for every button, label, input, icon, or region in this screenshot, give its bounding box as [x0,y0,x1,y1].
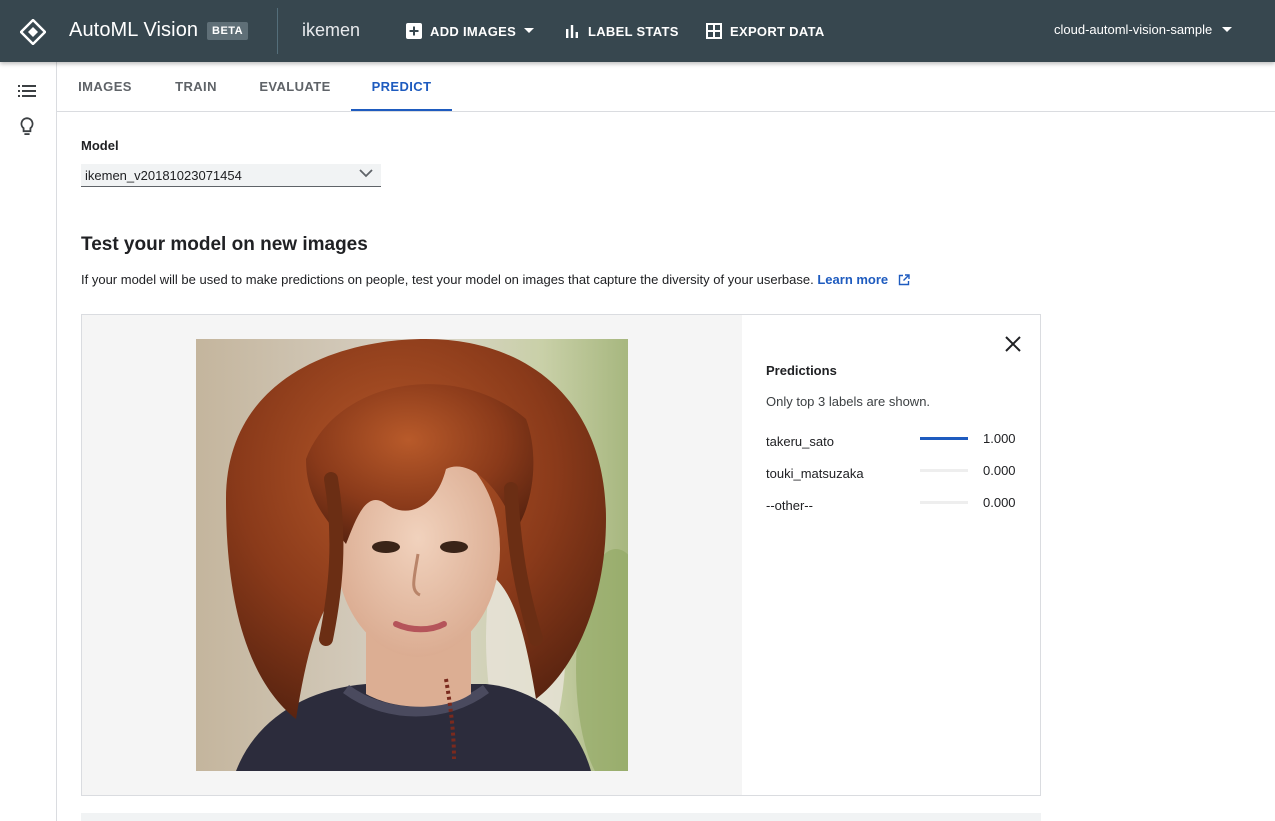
prediction-label: touki_matsuzaka [766,466,864,481]
prediction-label: takeru_sato [766,434,834,449]
bar-chart-icon [566,25,578,38]
tab-predict[interactable]: PREDICT [351,62,452,111]
lightbulb-icon[interactable] [20,117,34,137]
chevron-down-icon [359,169,373,178]
prediction-score: 1.000 [983,431,1016,446]
tab-bar: IMAGES TRAIN EVALUATE PREDICT [57,62,1275,112]
app-title[interactable]: AutoML Vision [69,19,198,42]
prediction-score: 0.000 [983,463,1016,478]
project-name: cloud-automl-vision-sample [1054,22,1213,37]
next-card-edge [81,813,1041,821]
automl-logo-icon[interactable] [20,19,46,45]
dropdown-arrow-icon [1222,26,1233,32]
open-in-new-icon[interactable] [898,274,910,286]
add-images-label: ADD IMAGES [430,23,517,39]
predictions-note: Only top 3 labels are shown. [766,394,931,409]
prediction-score-bar [920,437,968,440]
prediction-card: Predictions Only top 3 labels are shown.… [81,314,1041,796]
prediction-score-bar [920,469,968,472]
export-data-label: EXPORT DATA [730,23,825,39]
project-selector[interactable]: cloud-automl-vision-sample [1054,22,1233,37]
section-description: If your model will be used to make predi… [81,272,910,287]
label-stats-button[interactable]: LABEL STATS [564,20,679,42]
add-images-button[interactable]: ADD IMAGES [406,20,535,42]
top-app-bar: AutoML Vision BETA ikemen ADD IMAGES LAB… [0,0,1275,62]
add-box-icon [406,23,422,39]
section-title: Test your model on new images [81,234,368,255]
model-label: Model [81,138,119,153]
prediction-row: takeru_sato 1.000 [766,431,1026,451]
uploaded-portrait-image [196,339,628,771]
predictions-title: Predictions [766,363,837,378]
dropdown-arrow-icon [524,28,535,33]
beta-badge: BETA [207,22,249,40]
tab-train[interactable]: TRAIN [153,62,239,111]
model-select[interactable]: ikemen_v20181023071454 [81,164,381,187]
prediction-row: touki_matsuzaka 0.000 [766,463,1026,483]
prediction-score-bar [920,501,968,504]
model-select-value: ikemen_v20181023071454 [85,168,242,183]
prediction-score-fill [920,437,968,440]
tab-images[interactable]: IMAGES [57,62,153,111]
learn-more-link[interactable]: Learn more [817,272,888,287]
close-icon[interactable] [1002,333,1024,355]
export-data-button[interactable]: EXPORT DATA [706,20,825,42]
prediction-label: --other-- [766,498,813,513]
table-grid-icon [706,23,722,39]
prediction-score: 0.000 [983,495,1016,510]
left-nav-rail [0,62,57,821]
description-text: If your model will be used to make predi… [81,272,814,287]
prediction-row: --other-- 0.000 [766,495,1026,515]
dataset-name: ikemen [302,20,361,40]
tab-evaluate[interactable]: EVALUATE [239,62,351,111]
image-preview-pane [82,315,742,795]
header-divider [277,8,278,54]
list-icon[interactable] [18,84,36,98]
label-stats-label: LABEL STATS [588,23,679,39]
